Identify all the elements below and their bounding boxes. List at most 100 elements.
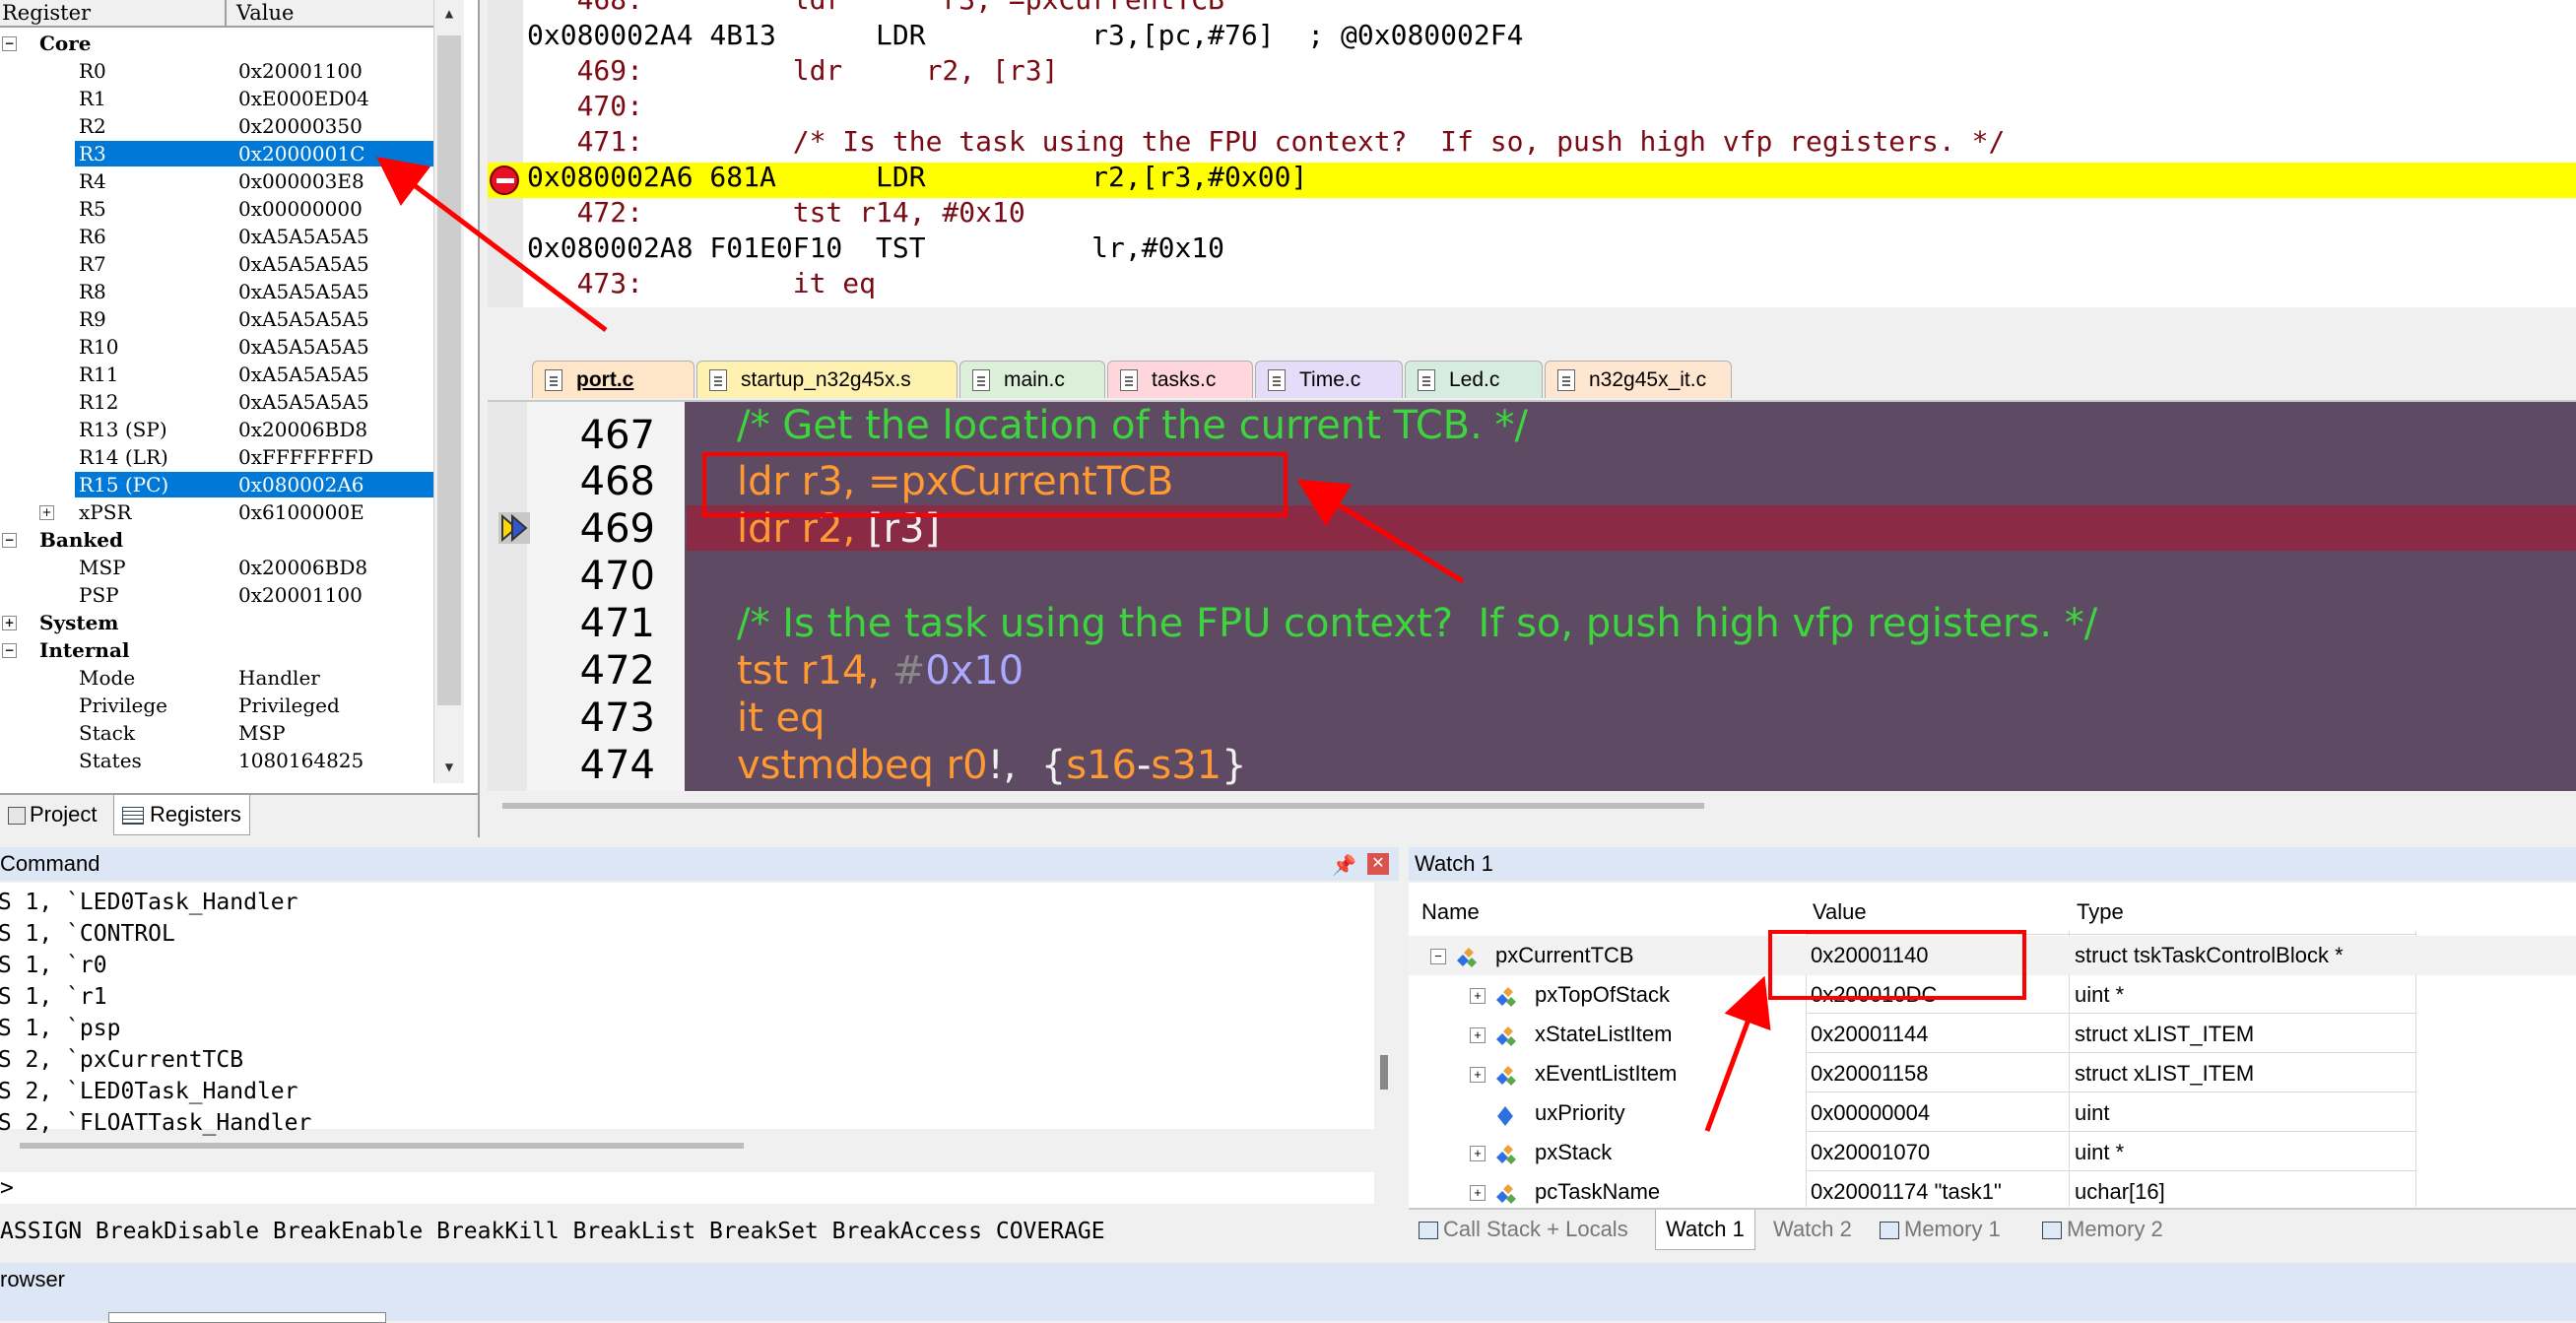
watch-value[interactable]: 0x20001144 <box>1811 1015 1929 1054</box>
register-row[interactable]: R12 0xA5A5A5A5 <box>0 388 433 416</box>
register-row[interactable]: R5 0x00000000 <box>0 195 433 223</box>
register-column-header[interactable]: Register <box>2 0 227 26</box>
register-row[interactable]: R1 0xE000ED04 <box>0 85 433 112</box>
tab-registers[interactable]: Registers <box>113 795 250 835</box>
register-value[interactable]: MSP <box>238 719 286 747</box>
value-column-header[interactable]: Value <box>236 0 294 26</box>
expand-icon[interactable]: + <box>1470 1027 1486 1043</box>
register-group[interactable]: − Core <box>0 30 433 57</box>
register-value[interactable]: 0xA5A5A5A5 <box>238 278 369 305</box>
register-value[interactable]: 0x6100000E <box>238 498 364 526</box>
disassembly-gutter[interactable] <box>488 0 523 307</box>
register-row[interactable]: R7 0xA5A5A5A5 <box>0 250 433 278</box>
command-vertical-scrollbar[interactable] <box>1374 883 1396 1129</box>
register-value[interactable]: Privileged <box>238 692 340 719</box>
register-value[interactable]: 0xA5A5A5A5 <box>238 250 369 278</box>
register-row[interactable]: States 1080164825 <box>0 747 433 774</box>
register-row[interactable]: R4 0x000003E8 <box>0 167 433 195</box>
register-value[interactable]: 0xE000ED04 <box>238 85 369 112</box>
disassembly-line[interactable]: 0x080002A8 F01E0F10 TST lr,#0x10 <box>527 231 1224 266</box>
register-value[interactable]: 0x00000000 <box>238 195 363 223</box>
close-icon[interactable]: ✕ <box>1367 853 1389 875</box>
register-row[interactable]: R8 0xA5A5A5A5 <box>0 278 433 305</box>
editor-horizontal-scrollbar[interactable] <box>502 803 1704 809</box>
register-row[interactable]: Privilege Privileged <box>0 692 433 719</box>
disassembly-line[interactable]: 0x080002A4 4B13 LDR r3,[pc,#76] ; @0x080… <box>527 18 1523 53</box>
register-row[interactable]: + xPSR 0x6100000E <box>0 498 433 526</box>
collapse-icon[interactable]: − <box>2 36 17 51</box>
register-value[interactable]: 0x20006BD8 <box>238 416 367 443</box>
watch-tab[interactable]: Memory 1 <box>1880 1210 2001 1249</box>
editor-tab[interactable]: Time.c <box>1255 361 1403 398</box>
watch-row[interactable]: uxPriority 0x00000004 uint <box>1409 1093 2576 1133</box>
watch-value[interactable]: 0x00000004 <box>1811 1093 1930 1133</box>
collapse-icon[interactable]: − <box>2 533 17 548</box>
watch-type-header[interactable]: Type <box>2077 896 2124 928</box>
register-row[interactable]: MSP 0x20006BD8 <box>0 554 433 581</box>
watch-row[interactable]: + pcTaskName 0x20001174 "task1" uchar[16] <box>1409 1172 2576 1212</box>
watch-value[interactable]: 0x20001158 <box>1811 1054 1929 1093</box>
editor-margin[interactable] <box>488 402 527 791</box>
register-row[interactable]: Mode Handler <box>0 664 433 692</box>
register-value[interactable]: 0x2000001C <box>238 140 364 167</box>
command-horizontal-scrollbar[interactable] <box>20 1143 744 1149</box>
register-row[interactable]: R14 (LR) 0xFFFFFFFD <box>0 443 433 471</box>
command-input[interactable]: > <box>0 1172 1374 1204</box>
tab-project[interactable]: Project <box>0 795 104 834</box>
collapse-icon[interactable]: − <box>1430 949 1446 964</box>
register-row[interactable]: R11 0xA5A5A5A5 <box>0 361 433 388</box>
register-row[interactable]: R15 (PC) 0x080002A6 <box>0 471 434 498</box>
editor-tab[interactable]: main.c <box>959 361 1105 398</box>
disassembly-line[interactable]: 0x080002A6 681A LDR r2,[r3,#0x00] <box>527 160 1307 195</box>
watch-row[interactable]: + xStateListItem 0x20001144 struct xLIST_IT… <box>1409 1015 2576 1054</box>
watch-tab[interactable]: Watch 2 <box>1773 1210 1852 1249</box>
registers-scrollbar[interactable]: ▲ ▼ <box>433 0 464 783</box>
register-value[interactable]: 0xFFFFFFFD <box>238 443 373 471</box>
editor-tab[interactable]: n32g45x_it.c <box>1545 361 1732 398</box>
register-row[interactable]: R10 0xA5A5A5A5 <box>0 333 433 361</box>
watch-row[interactable]: + xEventListItem 0x20001158 struct xLIST_IT… <box>1409 1054 2576 1093</box>
collapse-icon[interactable]: − <box>2 643 17 658</box>
editor-tab[interactable]: startup_n32g45x.s <box>696 361 958 398</box>
register-group[interactable]: − Banked <box>0 526 433 554</box>
watch-tab[interactable]: Watch 1 <box>1655 1210 1755 1250</box>
scroll-up-arrow-icon[interactable]: ▲ <box>434 0 464 28</box>
register-group[interactable]: − Internal <box>0 636 433 664</box>
register-value[interactable]: 0xA5A5A5A5 <box>238 305 369 333</box>
watch-row[interactable]: + pxStack 0x20001070 uint * <box>1409 1133 2576 1172</box>
watch-value[interactable]: 0x20001070 <box>1811 1133 1930 1172</box>
disassembly-line[interactable]: 471: /* Is the task using the FPU contex… <box>527 124 2006 160</box>
register-value[interactable]: 0xA5A5A5A5 <box>238 223 369 250</box>
expand-icon[interactable]: + <box>1470 1146 1486 1161</box>
editor-tab[interactable]: port.c <box>532 361 694 398</box>
editor-tab[interactable]: tasks.c <box>1107 361 1253 398</box>
register-value[interactable]: 0x000003E8 <box>238 167 364 195</box>
expand-icon[interactable]: + <box>1470 988 1486 1004</box>
register-row[interactable]: PSP 0x20001100 <box>0 581 433 609</box>
register-group[interactable]: + System <box>0 609 433 636</box>
watch-name-header[interactable]: Name <box>1421 896 1480 928</box>
scrollbar-thumb[interactable] <box>1380 1055 1388 1090</box>
breakpoint-icon[interactable] <box>490 165 519 195</box>
register-row[interactable]: R9 0xA5A5A5A5 <box>0 305 433 333</box>
register-value[interactable]: Handler <box>238 664 320 692</box>
disassembly-line[interactable]: 468: ldr r3, =pxCurrentTCB <box>527 0 1224 18</box>
register-value[interactable]: 0x20001100 <box>238 581 363 609</box>
register-value[interactable]: 0x20001100 <box>238 57 363 85</box>
watch-value-header[interactable]: Value <box>1813 896 1867 928</box>
editor-tab[interactable]: Led.c <box>1405 361 1543 398</box>
watch-tab[interactable]: Memory 2 <box>2042 1210 2163 1249</box>
scrollbar-thumb[interactable] <box>437 35 461 705</box>
expand-icon[interactable]: + <box>1470 1185 1486 1201</box>
register-value[interactable]: 0x20006BD8 <box>238 554 367 581</box>
register-value[interactable]: 0x080002A6 <box>238 471 364 498</box>
expand-icon[interactable]: + <box>2 616 17 630</box>
disassembly-line[interactable]: 469: ldr r2, [r3] <box>527 53 1059 89</box>
disassembly-line[interactable]: 473: it eq <box>527 266 876 301</box>
register-row[interactable]: R2 0x20000350 <box>0 112 433 140</box>
register-value[interactable]: 1080164825 <box>238 747 363 774</box>
disassembly-line[interactable]: 472: tst r14, #0x10 <box>527 195 1025 231</box>
register-value[interactable]: 0xA5A5A5A5 <box>238 333 369 361</box>
register-row[interactable]: R13 (SP) 0x20006BD8 <box>0 416 433 443</box>
pin-icon[interactable]: 📌 <box>1332 849 1356 883</box>
